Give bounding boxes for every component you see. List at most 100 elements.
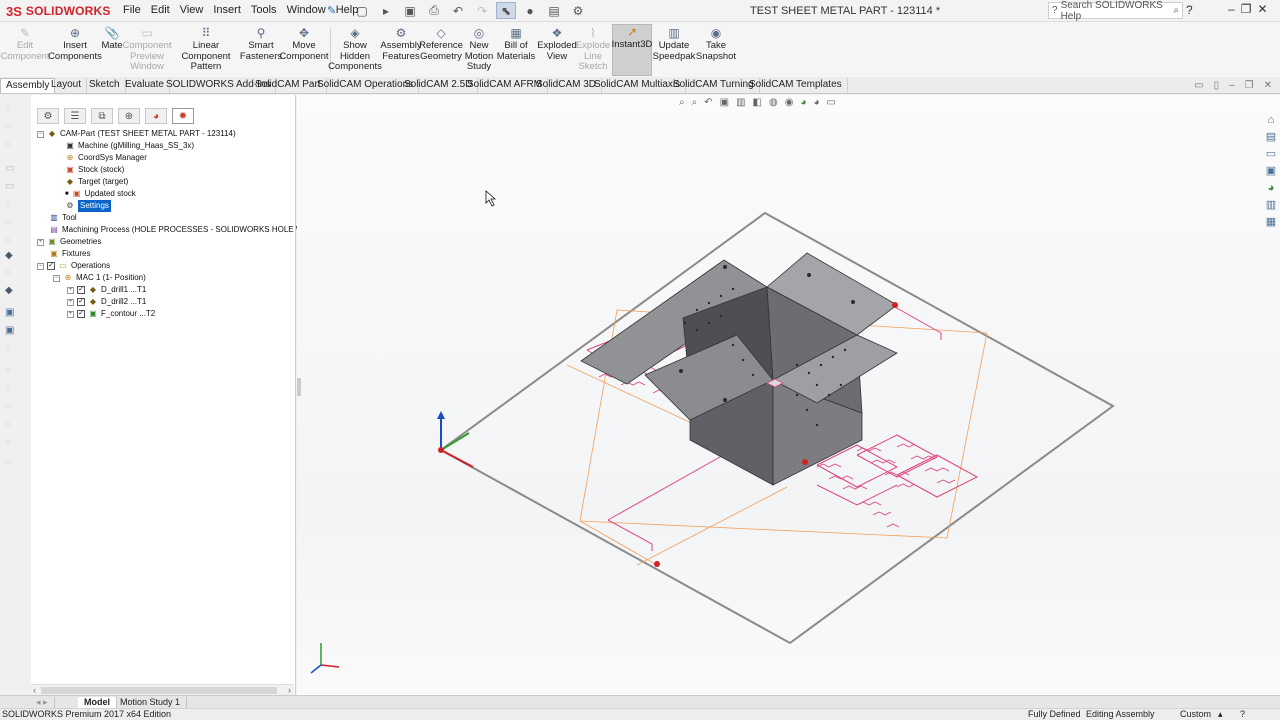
menu-tools[interactable]: Tools [246,4,282,16]
menu-view[interactable]: View [175,4,209,16]
collapse-icon[interactable]: − [37,130,44,138]
scroll-thumb[interactable] [41,687,277,694]
maximize-icon[interactable]: ❐ [1241,2,1252,16]
move-component-button[interactable]: ✥ Move Component [279,26,328,76]
graphics-area[interactable]: ⌕ ⌕ ↶ ▣ ▥ ◧ ◍ ◉ ◕ ◕ ▭ ⌂ ▤ ▭ ▣ ◕ ▥ ▦ [297,95,1280,695]
take-snapshot-button[interactable]: ◉ Take Snapshot [696,26,736,76]
view-palette-icon[interactable]: ▣ [1264,164,1278,177]
apply-scene-icon[interactable]: ◕ [813,97,819,108]
solidcam-manager-tab-icon[interactable]: ✹ [172,108,194,124]
tree-item-operations[interactable]: − ✓ ▭ Operations [37,260,110,272]
linear-pattern-button[interactable]: ⠿ Linear Component Pattern [172,26,240,76]
solidworks-logo[interactable]: 3S SOLIDWORKS [6,3,111,19]
tree-item-contour[interactable]: + ✓ ▣ F_contour ...T2 [67,308,155,320]
tree-item-drill2[interactable]: + ✓ ◆ D_drill2 ...T1 [67,296,146,308]
shortcut-icon[interactable]: ◌ [5,457,11,468]
question-icon[interactable]: ? [1186,3,1193,17]
checkbox-icon[interactable]: ✓ [47,262,55,270]
show-hidden-button[interactable]: ◈ Show Hidden Components [328,26,382,76]
expand-icon[interactable]: + [67,298,74,306]
tab-layout[interactable]: Layout [46,78,88,93]
dynamic-annotation-icon[interactable]: ▥ [736,97,745,108]
minimize-icon[interactable]: – [1228,2,1235,16]
tree-item-mac1[interactable]: − ⊕ MAC 1 (1- Position) [53,272,146,284]
shortcut-icon[interactable]: ◌ [5,199,11,210]
tab-motion-study[interactable]: Motion Study 1 [114,697,188,708]
shortcut-icon[interactable]: ◆ [5,285,13,296]
shortcut-icon[interactable]: ◌ [5,383,11,394]
section-view-icon[interactable]: ▣ [720,97,729,108]
zoom-to-fit-icon[interactable]: ⌕ [679,97,685,108]
tree-item-target[interactable]: ◆ Target (target) [65,176,128,188]
file-properties-icon[interactable]: ▤ [544,2,564,19]
select-icon[interactable]: ⬉ [496,2,516,19]
help-search-input[interactable]: ? Search SOLIDWORKS Help ⌕ [1048,0,1183,22]
shortcut-icon[interactable]: ◌ [5,267,11,278]
explode-line-sketch-button[interactable]: ⌇ Explode Line Sketch [576,26,610,76]
sheet-metal-part[interactable] [580,252,898,486]
tree-item-cam-part[interactable]: − ◆ CAM-Part (TEST SHEET METAL PART - 1231… [37,128,236,140]
feature-tree-scrollbar[interactable]: ‹ › [31,684,294,695]
unit-dropdown-icon[interactable]: ▴ [1218,709,1223,720]
tree-item-machine[interactable]: ▣ Machine (gMilling_Haas_SS_3x) [65,140,194,152]
home-icon[interactable]: ⌂ [1264,113,1278,126]
shortcut-icon[interactable]: ▭ [5,181,14,192]
update-speedpak-button[interactable]: ▥ Update Speedpak [653,26,696,76]
options-gear-icon[interactable]: ⚙ [568,2,588,19]
restore-view-icon[interactable]: ▭ [1194,80,1203,91]
shortcut-icon[interactable]: ◌ [5,103,11,114]
menu-file[interactable]: File [118,4,146,16]
menu-insert[interactable]: Insert [208,4,246,16]
save-icon[interactable]: ▣ [400,2,420,19]
tree-item-coordsys[interactable]: ⊕ CoordSys Manager [65,152,147,164]
tab-solidcam-templates[interactable]: SolidCAM Templates [744,78,848,93]
zoom-to-area-icon[interactable]: ⌕ [692,97,698,108]
close-doc-icon[interactable]: ✕ [1264,80,1272,91]
maximize-doc-icon[interactable]: ❐ [1245,80,1254,91]
undo-icon[interactable]: ↶ [448,2,468,19]
edit-component-button[interactable]: ✎ Edit Component [0,26,49,76]
unit-system-selector[interactable]: Custom [1180,709,1211,720]
collapse-icon[interactable]: − [37,262,44,270]
expand-icon[interactable]: + [37,238,44,246]
shortcut-icon[interactable]: ▭ [5,163,14,174]
view-orientation-icon[interactable]: ◧ [753,97,762,108]
tile-view-icon[interactable]: ▯ [1214,80,1220,91]
shortcut-icon[interactable]: ◌ [5,437,11,448]
dimxpert-tab-icon[interactable]: ⊕ [118,108,140,124]
new-document-icon[interactable]: ▢ [352,2,372,19]
start-point[interactable] [892,302,898,308]
hide-show-items-icon[interactable]: ◉ [785,97,794,108]
collapse-icon[interactable]: − [53,274,60,282]
shortcut-icon[interactable]: ◌ [5,235,11,246]
shortcut-icon[interactable]: ◌ [5,139,11,150]
tree-item-machining-process[interactable]: ▤ Machining Process (HOLE PROCESSES - SOL… [49,224,337,236]
custom-properties-icon[interactable]: ▥ [1264,198,1278,211]
component-preview-button[interactable]: ▭ Component Preview Window [122,26,171,76]
checkbox-icon[interactable]: ✓ [77,310,85,318]
shortcut-icon[interactable]: ◌ [5,419,11,430]
scroll-left-icon[interactable]: ‹ [33,685,36,695]
menu-edit[interactable]: Edit [146,4,175,16]
reference-geometry-button[interactable]: ◇ Reference Geometry [419,26,463,76]
model-view[interactable] [297,95,1280,695]
property-manager-tab-icon[interactable]: ☰ [64,108,86,124]
pin-menu-icon[interactable]: ✎ [327,4,336,17]
tree-item-stock[interactable]: ▣ Stock (stock) [65,164,124,176]
assembly-features-button[interactable]: ⚙ Assembly Features [380,26,421,76]
tree-item-updated-stock[interactable]: ■ ▣ Updated stock [65,188,136,200]
menu-window[interactable]: Window [282,4,331,16]
shortcut-icon[interactable]: ◆ [5,250,13,261]
shortcut-icon[interactable]: ◌ [5,217,11,228]
forum-icon[interactable]: ▦ [1264,215,1278,228]
previous-view-icon[interactable]: ↶ [704,97,712,108]
help-status-icon[interactable]: ? [1240,709,1245,720]
file-explorer-icon[interactable]: ▭ [1264,147,1278,160]
redo-icon[interactable]: ↷ [472,2,492,19]
design-library-icon[interactable]: ▤ [1264,130,1278,143]
panel-splitter[interactable] [297,378,301,396]
tree-item-fixtures[interactable]: ▣ Fixtures [49,248,90,260]
scroll-right-icon[interactable]: › [288,685,291,695]
traffic-light-icon[interactable]: ● [520,2,540,19]
new-motion-study-button[interactable]: ◎ New Motion Study [464,26,494,76]
